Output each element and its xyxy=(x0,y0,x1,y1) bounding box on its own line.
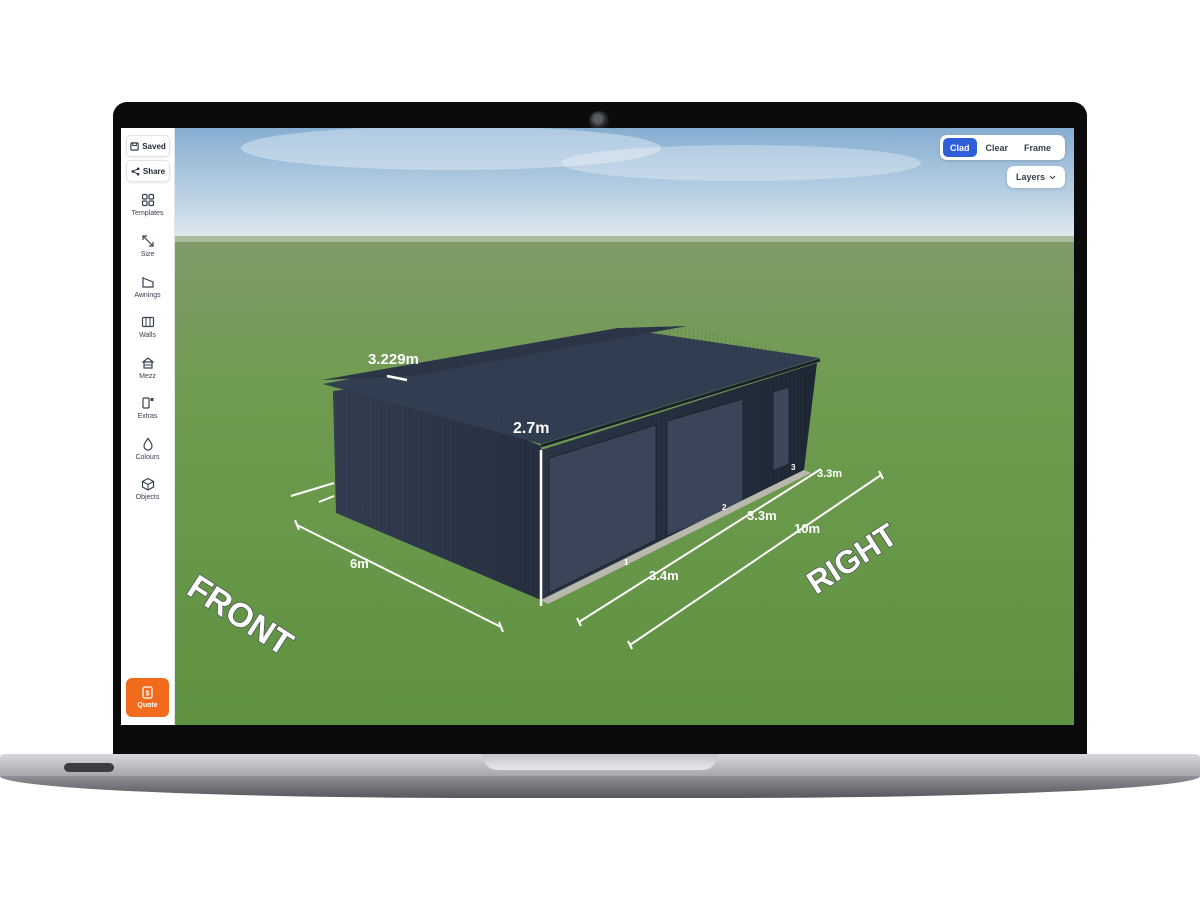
quote-label: Quote xyxy=(137,702,158,709)
saved-label: Saved xyxy=(142,141,166,151)
grid-icon xyxy=(141,193,154,207)
sidebar-item-label: Extras xyxy=(137,413,158,420)
sidebar-item-label: Colours xyxy=(135,454,160,461)
app-screen: 3.229m 2.7m 6m 3.4m 3.3m 3.3m 10m 1 2 3 … xyxy=(121,128,1074,725)
front-width-label: 6m xyxy=(350,556,369,571)
length-label: 10m xyxy=(794,521,820,536)
share-icon xyxy=(131,167,140,175)
bay-2-label: 3.3m xyxy=(747,508,777,523)
bay-number: 3 xyxy=(791,463,796,472)
save-icon xyxy=(130,141,139,151)
saved-button[interactable]: Saved xyxy=(126,135,170,157)
sidebar-item-label: Walls xyxy=(139,332,156,339)
share-label: Share xyxy=(142,166,166,176)
chevron-down-icon xyxy=(1049,175,1056,179)
3d-viewport[interactable]: 3.229m 2.7m 6m 3.4m 3.3m 3.3m 10m 1 2 3 … xyxy=(121,128,1074,725)
house-icon xyxy=(141,357,154,369)
layers-dropdown[interactable]: Layers xyxy=(1007,166,1065,188)
sidebar: Saved Share Templates Size Awnings Walls… xyxy=(121,128,175,725)
sidebar-item-label: Size xyxy=(140,251,155,258)
droplet-icon xyxy=(142,437,153,451)
cube-icon xyxy=(141,477,154,491)
bay-1-label: 3.4m xyxy=(649,568,679,583)
sidebar-item-colours[interactable]: Colours xyxy=(121,435,174,471)
view-mode-clear[interactable]: Clear xyxy=(979,138,1016,157)
resize-arrows-icon xyxy=(141,235,154,247)
extras-icon xyxy=(141,397,153,409)
roof-width-label: 3.229m xyxy=(368,351,419,368)
sidebar-item-label: Awnings xyxy=(134,292,161,299)
svg-text:$: $ xyxy=(146,691,150,698)
view-mode-toggle: Clad Clear Frame xyxy=(940,135,1065,160)
sidebar-item-size[interactable]: Size xyxy=(121,232,174,268)
sidebar-item-label: Mezz xyxy=(139,373,156,380)
bay-number: 2 xyxy=(722,503,727,512)
sidebar-item-templates[interactable]: Templates xyxy=(121,191,174,227)
sidebar-item-walls[interactable]: Walls xyxy=(121,313,174,349)
laptop-port xyxy=(64,763,114,772)
layers-label: Layers xyxy=(1015,172,1046,182)
horizon-haze xyxy=(121,232,1074,242)
laptop-base-bottom xyxy=(0,776,1200,798)
laptop-notch xyxy=(482,754,718,770)
sidebar-item-extras[interactable]: Extras xyxy=(121,394,174,430)
awning-icon xyxy=(141,277,154,288)
personal-door[interactable] xyxy=(772,386,790,472)
quote-button[interactable]: $ Quote xyxy=(126,678,169,717)
view-mode-clad[interactable]: Clad xyxy=(943,138,977,157)
wall-height-label: 2.7m xyxy=(513,420,549,437)
sidebar-item-mezz[interactable]: Mezz xyxy=(121,354,174,390)
bay-number: 1 xyxy=(624,558,629,567)
sidebar-item-label: Objects xyxy=(135,494,160,501)
sidebar-item-awnings[interactable]: Awnings xyxy=(121,273,174,309)
cloud xyxy=(561,145,921,181)
walls-icon xyxy=(141,316,154,328)
document-dollar-icon: $ xyxy=(142,686,153,699)
share-button[interactable]: Share xyxy=(126,160,170,182)
sidebar-item-label: Templates xyxy=(131,210,164,217)
view-mode-frame[interactable]: Frame xyxy=(1017,138,1058,157)
sidebar-item-objects[interactable]: Objects xyxy=(121,475,174,511)
bay-3-label: 3.3m xyxy=(817,468,842,480)
laptop-base xyxy=(0,754,1200,798)
